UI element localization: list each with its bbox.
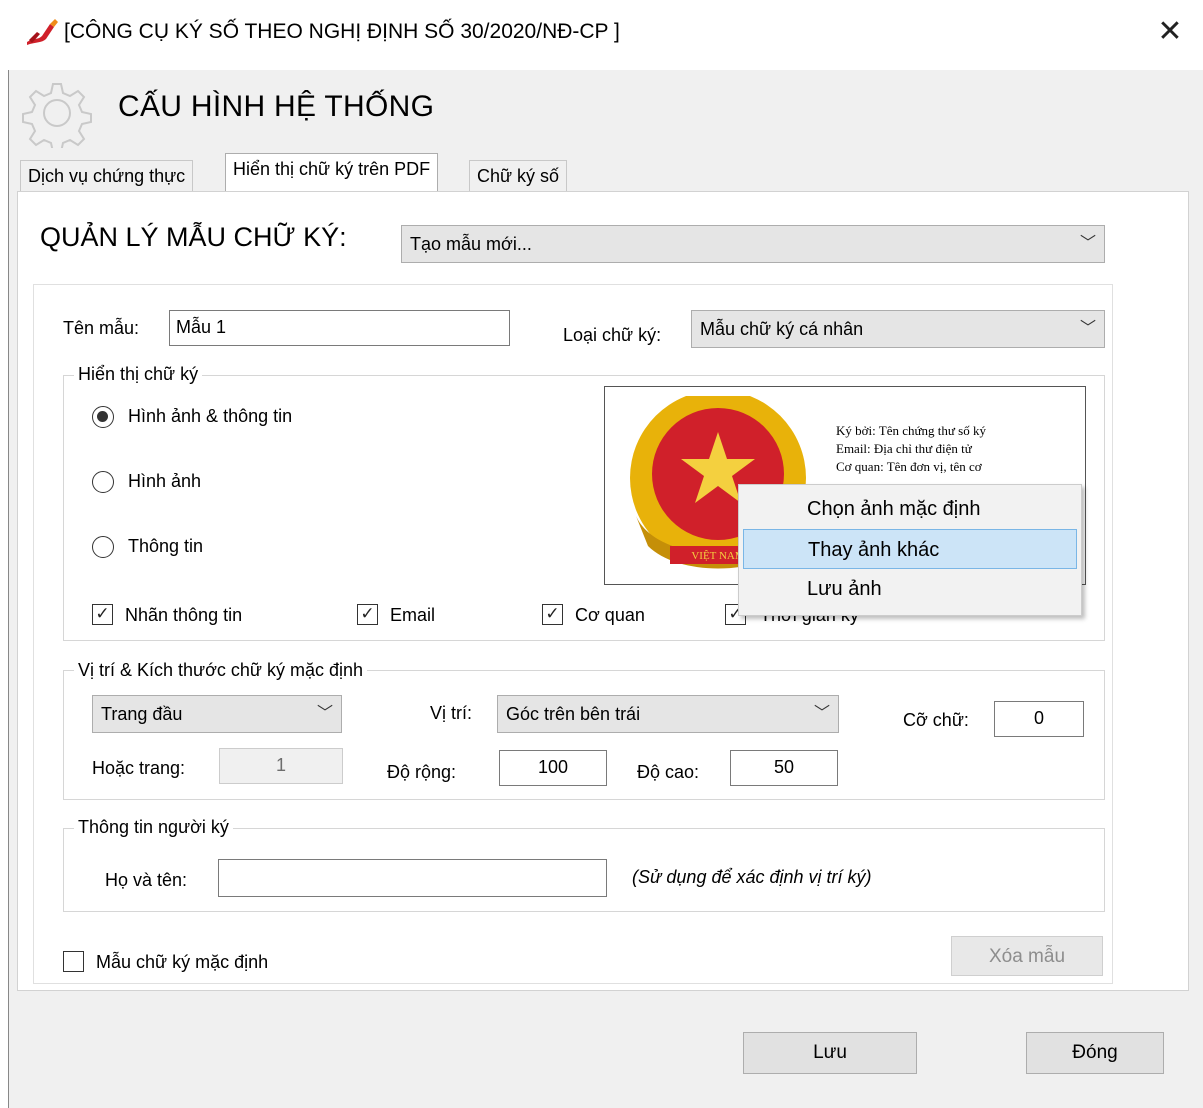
template-manager-label: QUẢN LÝ MẪU CHỮ KÝ: bbox=[40, 222, 347, 252]
radio-info-only[interactable] bbox=[92, 536, 114, 558]
height-label: Độ cao: bbox=[637, 762, 700, 782]
signature-type-select[interactable]: Mẫu chữ ký cá nhân ﹀ bbox=[691, 310, 1105, 348]
close-window-button[interactable]: ✕ bbox=[1150, 12, 1190, 52]
save-button[interactable]: Lưu bbox=[743, 1032, 917, 1074]
checkbox-info-label[interactable]: ✓ bbox=[92, 604, 113, 625]
position-size-group-title: Vị trí & Kích thước chữ ký mặc định bbox=[74, 660, 367, 681]
signer-info-group-title: Thông tin người ký bbox=[74, 817, 233, 838]
chevron-down-icon: ﹀ bbox=[813, 705, 830, 722]
tab-digital-signature[interactable]: Chữ ký số bbox=[469, 160, 568, 192]
display-signature-group-title: Hiển thị chữ ký bbox=[74, 364, 203, 385]
delete-template-button[interactable]: Xóa mẫu bbox=[951, 936, 1103, 976]
image-context-menu: Chọn ảnh mặc định Thay ảnh khác Lưu ảnh bbox=[738, 484, 1082, 616]
width-label: Độ rộng: bbox=[387, 762, 457, 782]
template-select-value: Tạo mẫu mới... bbox=[410, 234, 532, 254]
menu-item-save-image[interactable]: Lưu ảnh bbox=[739, 569, 1081, 609]
checkbox-organization-text: Cơ quan bbox=[575, 605, 645, 625]
checkbox-default-template-text: Mẫu chữ ký mặc định bbox=[96, 952, 269, 972]
height-input[interactable]: 50 bbox=[730, 750, 838, 786]
gear-icon bbox=[22, 78, 92, 153]
signature-type-value: Mẫu chữ ký cá nhân bbox=[700, 319, 864, 339]
menu-item-change-image[interactable]: Thay ảnh khác bbox=[743, 529, 1077, 569]
signer-name-input[interactable] bbox=[218, 859, 607, 897]
checkbox-email[interactable]: ✓ bbox=[357, 604, 378, 625]
radio-image-and-info[interactable] bbox=[92, 406, 114, 428]
page-select[interactable]: Trang đầu ﹀ bbox=[92, 695, 342, 733]
radio-selected-dot bbox=[97, 411, 108, 422]
signer-name-label: Họ và tên: bbox=[105, 870, 188, 890]
radio-info-only-label: Thông tin bbox=[128, 536, 204, 556]
or-page-label: Hoặc trang: bbox=[92, 758, 186, 778]
tab-pdf-signature-display[interactable]: Hiển thị chữ ký trên PDF bbox=[225, 153, 439, 191]
font-size-label: Cỡ chữ: bbox=[903, 710, 969, 730]
position-select[interactable]: Góc trên bên trái ﹀ bbox=[497, 695, 839, 733]
signature-info-text: Ký bởi: Tên chứng thư số ký Email: Địa c… bbox=[836, 422, 986, 476]
pen-icon bbox=[24, 18, 60, 48]
checkbox-email-text: Email bbox=[390, 605, 436, 625]
chevron-down-icon: ﹀ bbox=[1079, 320, 1096, 337]
preview-organization: Cơ quan: Tên đơn vị, tên cơ bbox=[836, 459, 982, 474]
checkbox-default-template[interactable] bbox=[63, 951, 84, 972]
radio-image-only[interactable] bbox=[92, 471, 114, 493]
checkbox-organization[interactable]: ✓ bbox=[542, 604, 563, 625]
menu-item-default-image[interactable]: Chọn ảnh mặc định bbox=[739, 489, 1081, 529]
chevron-down-icon: ﹀ bbox=[316, 705, 333, 722]
page-title: CẤU HÌNH HỆ THỐNG bbox=[118, 90, 435, 123]
signature-type-label: Loại chữ ký: bbox=[563, 325, 662, 345]
tab-authentication-service[interactable]: Dịch vụ chứng thực bbox=[20, 160, 194, 192]
radio-image-and-info-label: Hình ảnh & thông tin bbox=[128, 406, 293, 426]
radio-image-only-label: Hình ảnh bbox=[128, 471, 202, 491]
emblem-banner-text: VIỆT NAM bbox=[691, 550, 744, 562]
font-size-input[interactable]: 0 bbox=[994, 701, 1084, 737]
signer-name-hint: (Sử dụng để xác định vị trí ký) bbox=[632, 867, 872, 887]
page-select-value: Trang đầu bbox=[101, 704, 183, 724]
position-label: Vị trí: bbox=[430, 703, 473, 723]
close-button[interactable]: Đóng bbox=[1026, 1032, 1164, 1074]
preview-signed-by: Ký bởi: Tên chứng thư số ký bbox=[836, 423, 986, 438]
or-page-input[interactable]: 1 bbox=[219, 748, 343, 784]
width-input[interactable]: 100 bbox=[499, 750, 607, 786]
checkbox-info-label-text: Nhãn thông tin bbox=[125, 605, 243, 625]
window-title: [CÔNG CỤ KÝ SỐ THEO NGHỊ ĐỊNH SỐ 30/2020… bbox=[64, 20, 620, 43]
template-select[interactable]: Tạo mẫu mới... ﹀ bbox=[401, 225, 1105, 263]
preview-email: Email: Địa chỉ thư điện tử bbox=[836, 441, 972, 456]
chevron-down-icon: ﹀ bbox=[1079, 235, 1096, 252]
position-select-value: Góc trên bên trái bbox=[506, 704, 641, 724]
template-name-input[interactable]: Mẫu 1 bbox=[169, 310, 510, 346]
template-name-label: Tên mẫu: bbox=[63, 318, 140, 338]
